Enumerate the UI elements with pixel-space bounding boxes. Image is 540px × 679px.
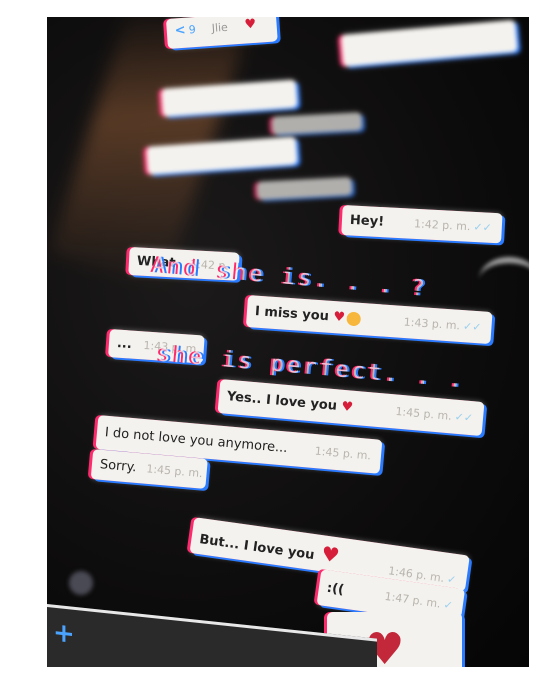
back-icon[interactable]: < — [174, 23, 186, 39]
heart-icon: ♥ — [244, 17, 257, 33]
message-bubble-blurred — [340, 19, 518, 67]
message-bubble-blurred — [256, 177, 353, 200]
message-time: 1:45 p. m. — [145, 462, 204, 481]
message-text: Sorry. — [99, 457, 138, 476]
message-time: 1:45 p. m. — [314, 444, 372, 463]
message-time: 1:45 p. m. ✓✓ — [394, 404, 474, 425]
message-time: 1:43 p. m. ✓✓ — [403, 315, 482, 334]
overlay-caption: And she is. . . ? — [151, 253, 429, 302]
message-text: :(( — [325, 580, 345, 598]
message-bubble-blurred — [271, 112, 363, 135]
message-bubble-sent[interactable]: I miss you ♥ 1:43 p. m. ✓✓ — [245, 295, 493, 345]
sad-face-icon — [346, 311, 362, 326]
broken-heart-icon: ♥ — [328, 309, 346, 326]
contact-name: Jlie — [211, 20, 229, 35]
red-heart-icon: ♥ — [313, 540, 342, 568]
overlay-caption: she is perfect. . . — [156, 341, 467, 394]
message-text: I miss you — [254, 304, 330, 325]
red-heart-icon: ♥ — [336, 398, 354, 416]
chat-header: < 9 Jlie ♥ — [165, 17, 278, 49]
delivered-tick-icon: ✓ — [446, 572, 458, 587]
message-text: Hey! — [349, 212, 385, 230]
read-ticks-icon: ✓✓ — [473, 220, 493, 235]
delivered-tick-icon: ✓ — [442, 598, 454, 613]
read-ticks-icon: ✓✓ — [462, 319, 482, 334]
chat-photo: < 9 Jlie ♥ Hey! 1:42 p. m. ✓✓ What 1:42 p… — [47, 17, 529, 667]
message-text: ... — [116, 336, 133, 353]
light-flare — [479, 257, 529, 303]
camera-icon[interactable] — [69, 571, 93, 595]
message-time: 1:47 p. m.✓ — [383, 589, 454, 613]
message-time: 1:42 p. m. ✓✓ — [413, 217, 493, 235]
message-text: But... I love you — [198, 532, 316, 564]
message-text: Yes.. I love you — [226, 389, 338, 414]
message-bubble-sent[interactable]: Hey! 1:42 p. m. ✓✓ — [341, 205, 503, 244]
read-ticks-icon: ✓✓ — [454, 410, 474, 425]
plus-icon[interactable]: + — [53, 618, 75, 650]
back-count: 9 — [188, 22, 197, 37]
